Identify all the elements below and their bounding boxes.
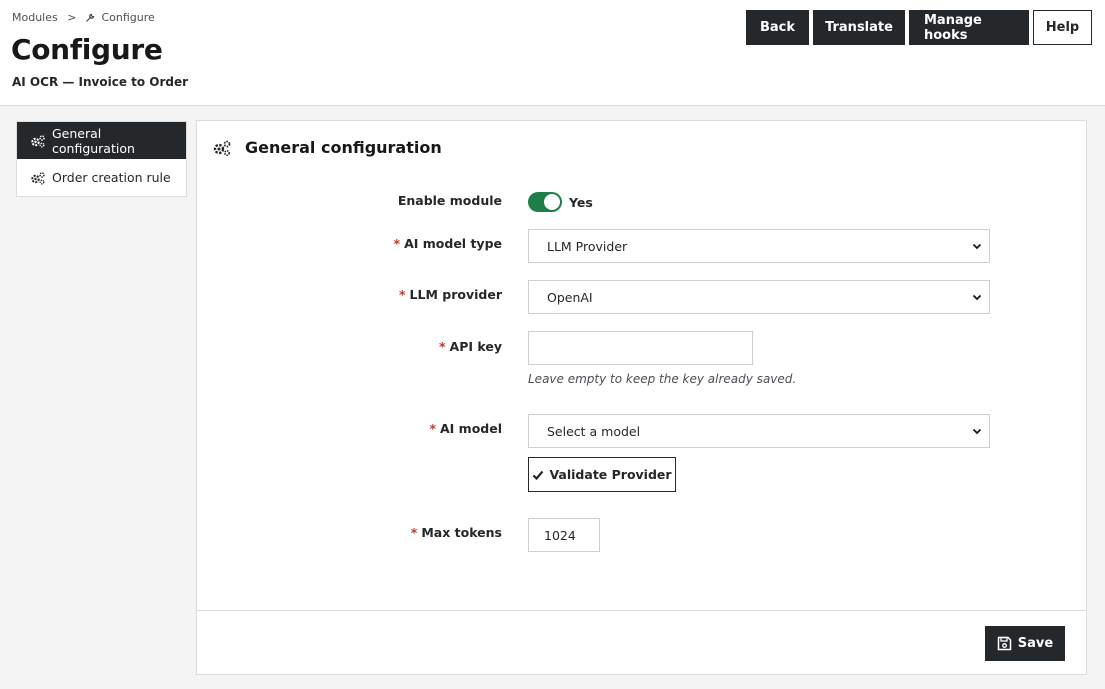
- llm-provider-select[interactable]: OpenAI: [528, 280, 990, 314]
- chevron-down-icon: [971, 425, 983, 437]
- gears-icon: [212, 139, 232, 157]
- validate-provider-button[interactable]: Validate Provider: [528, 457, 676, 492]
- check-icon: [532, 469, 544, 481]
- save-button[interactable]: Save: [985, 626, 1065, 661]
- side-nav-item-general-configuration[interactable]: General configuration: [17, 122, 186, 159]
- ai-model-type-label: * AI model type: [393, 236, 502, 251]
- breadcrumb-separator: >: [67, 11, 77, 24]
- page-subtitle: AI OCR — Invoice to Order: [12, 75, 189, 89]
- enable-module-toggle[interactable]: [528, 192, 562, 212]
- api-key-input[interactable]: [528, 331, 753, 365]
- panel-footer: Save: [197, 610, 1086, 674]
- enable-module-state: Yes: [569, 195, 593, 210]
- side-nav: General configuration Order creation rul…: [16, 121, 187, 197]
- breadcrumb-modules-link[interactable]: Modules: [12, 11, 58, 24]
- ai-model-type-select[interactable]: LLM Provider: [528, 229, 990, 263]
- gears-icon: [30, 171, 46, 185]
- side-nav-label: Order creation rule: [52, 170, 171, 185]
- manage-hooks-button[interactable]: Manage hooks: [909, 10, 1029, 45]
- help-button[interactable]: Help: [1033, 10, 1092, 45]
- ai-model-label: * AI model: [429, 421, 502, 436]
- panel-header: General configuration: [212, 138, 442, 157]
- breadcrumb-current: Configure: [101, 11, 155, 24]
- breadcrumb: Modules > Configure: [12, 11, 155, 24]
- back-button[interactable]: Back: [746, 10, 809, 45]
- max-tokens-input[interactable]: [528, 518, 600, 552]
- page-header: Modules > Configure Configure AI OCR — I…: [0, 0, 1105, 106]
- translate-button[interactable]: Translate: [813, 10, 905, 45]
- gears-icon: [30, 134, 46, 148]
- api-key-label: * API key: [439, 339, 502, 354]
- chevron-down-icon: [971, 291, 983, 303]
- ai-model-select[interactable]: Select a model: [528, 414, 990, 448]
- chevron-down-icon: [971, 240, 983, 252]
- side-nav-item-order-creation-rule[interactable]: Order creation rule: [17, 159, 186, 196]
- max-tokens-label: * Max tokens: [410, 525, 502, 540]
- panel-title: General configuration: [245, 138, 442, 157]
- toggle-knob: [544, 194, 560, 210]
- wrench-icon: [86, 12, 95, 22]
- llm-provider-label: * LLM provider: [399, 287, 502, 302]
- page-title: Configure: [11, 33, 163, 66]
- api-key-help-text: Leave empty to keep the key already save…: [528, 372, 797, 386]
- side-nav-label: General configuration: [52, 125, 135, 156]
- config-panel: General configuration Enable module Yes …: [196, 120, 1087, 675]
- floppy-disk-icon: [997, 636, 1012, 651]
- enable-module-label: Enable module: [397, 193, 502, 208]
- toolbar: Back Translate Manage hooks Help: [746, 10, 1092, 45]
